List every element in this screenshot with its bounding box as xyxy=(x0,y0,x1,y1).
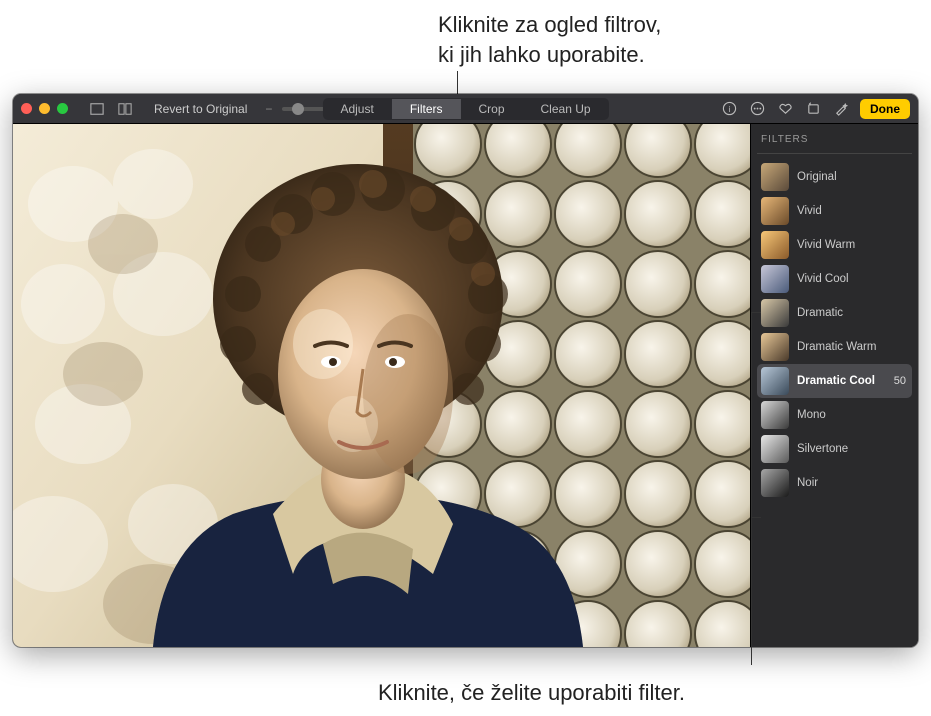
filter-label: Noir xyxy=(797,477,908,489)
filter-label: Dramatic xyxy=(797,307,908,319)
filter-thumbnail xyxy=(761,265,789,293)
callout-bottom: Kliknite, če želite uporabiti filter. xyxy=(378,680,685,706)
close-icon[interactable] xyxy=(21,103,32,114)
sidebar-title: FILTERS xyxy=(761,134,912,145)
revert-button[interactable]: Revert to Original xyxy=(144,100,257,118)
filter-row-vivid[interactable]: Vivid xyxy=(757,194,912,228)
split-view-icon[interactable] xyxy=(114,100,136,118)
callout-bottom-bracket xyxy=(751,312,761,518)
callout-bottom-text: Kliknite, če želite uporabiti filter. xyxy=(378,680,685,705)
filter-thumbnail xyxy=(761,401,789,429)
filter-thumbnail xyxy=(761,163,789,191)
filter-thumbnail xyxy=(761,197,789,225)
filter-label: Mono xyxy=(797,409,908,421)
filter-label: Silvertone xyxy=(797,443,908,455)
filter-label: Original xyxy=(797,171,908,183)
tab-adjust[interactable]: Adjust xyxy=(322,99,391,119)
filter-row-vivid-warm[interactable]: Vivid Warm xyxy=(757,228,912,262)
filter-label: Vivid Warm xyxy=(797,239,908,251)
filter-row-mono[interactable]: Mono xyxy=(757,398,912,432)
filter-value: 50 xyxy=(894,375,906,387)
filter-thumbnail xyxy=(761,299,789,327)
enhance-icon[interactable] xyxy=(832,100,850,118)
filter-list: Original Vivid Vivid Warm Vivid Cool Dramati… xyxy=(757,160,912,500)
callout-top: Kliknite za ogled filtrov, ki jih lahko … xyxy=(438,10,661,69)
filter-thumbnail xyxy=(761,469,789,497)
filter-row-silvertone[interactable]: Silvertone xyxy=(757,432,912,466)
minimize-icon[interactable] xyxy=(39,103,50,114)
filters-sidebar: FILTERS Original Vivid Vivid Warm Vivid Coo… xyxy=(750,124,918,647)
sidebar-divider xyxy=(757,153,912,154)
filter-thumbnail xyxy=(761,231,789,259)
zoom-minus-icon[interactable]: − xyxy=(265,102,272,116)
tab-cleanup[interactable]: Clean Up xyxy=(523,99,609,119)
info-icon[interactable]: i xyxy=(720,100,738,118)
callout-top-text: Kliknite za ogled filtrov, ki jih lahko … xyxy=(438,12,661,67)
filter-row-original[interactable]: Original xyxy=(757,160,912,194)
filter-label: Dramatic Cool xyxy=(797,375,886,387)
svg-text:i: i xyxy=(728,104,730,114)
editor-content: FILTERS Original Vivid Vivid Warm Vivid Coo… xyxy=(13,124,918,647)
filter-row-noir[interactable]: Noir xyxy=(757,466,912,500)
filter-row-dramatic[interactable]: Dramatic xyxy=(757,296,912,330)
done-button[interactable]: Done xyxy=(860,99,910,119)
titlebar: Revert to Original − + Adjust Filters Cr… xyxy=(13,94,918,124)
photo-canvas[interactable] xyxy=(13,124,750,647)
maximize-icon[interactable] xyxy=(57,103,68,114)
window-controls xyxy=(21,103,68,114)
app-window: Revert to Original − + Adjust Filters Cr… xyxy=(13,94,918,647)
favorite-icon[interactable] xyxy=(776,100,794,118)
filter-label: Vivid Cool xyxy=(797,273,908,285)
filter-label: Dramatic Warm xyxy=(797,341,908,353)
tab-crop[interactable]: Crop xyxy=(460,99,522,119)
filter-row-dramatic-cool[interactable]: Dramatic Cool 50 xyxy=(757,364,912,398)
fullscreen-icon[interactable] xyxy=(86,100,108,118)
view-toggle-group xyxy=(86,100,136,118)
filter-row-vivid-cool[interactable]: Vivid Cool xyxy=(757,262,912,296)
tab-filters[interactable]: Filters xyxy=(392,99,461,119)
editor-tabs: Adjust Filters Crop Clean Up xyxy=(322,98,608,120)
filter-thumbnail xyxy=(761,367,789,395)
filter-thumbnail xyxy=(761,435,789,463)
filter-thumbnail xyxy=(761,333,789,361)
filter-label: Vivid xyxy=(797,205,908,217)
more-icon[interactable] xyxy=(748,100,766,118)
right-tool-group: i Done xyxy=(720,99,910,119)
filter-row-dramatic-warm[interactable]: Dramatic Warm xyxy=(757,330,912,364)
rotate-icon[interactable] xyxy=(804,100,822,118)
